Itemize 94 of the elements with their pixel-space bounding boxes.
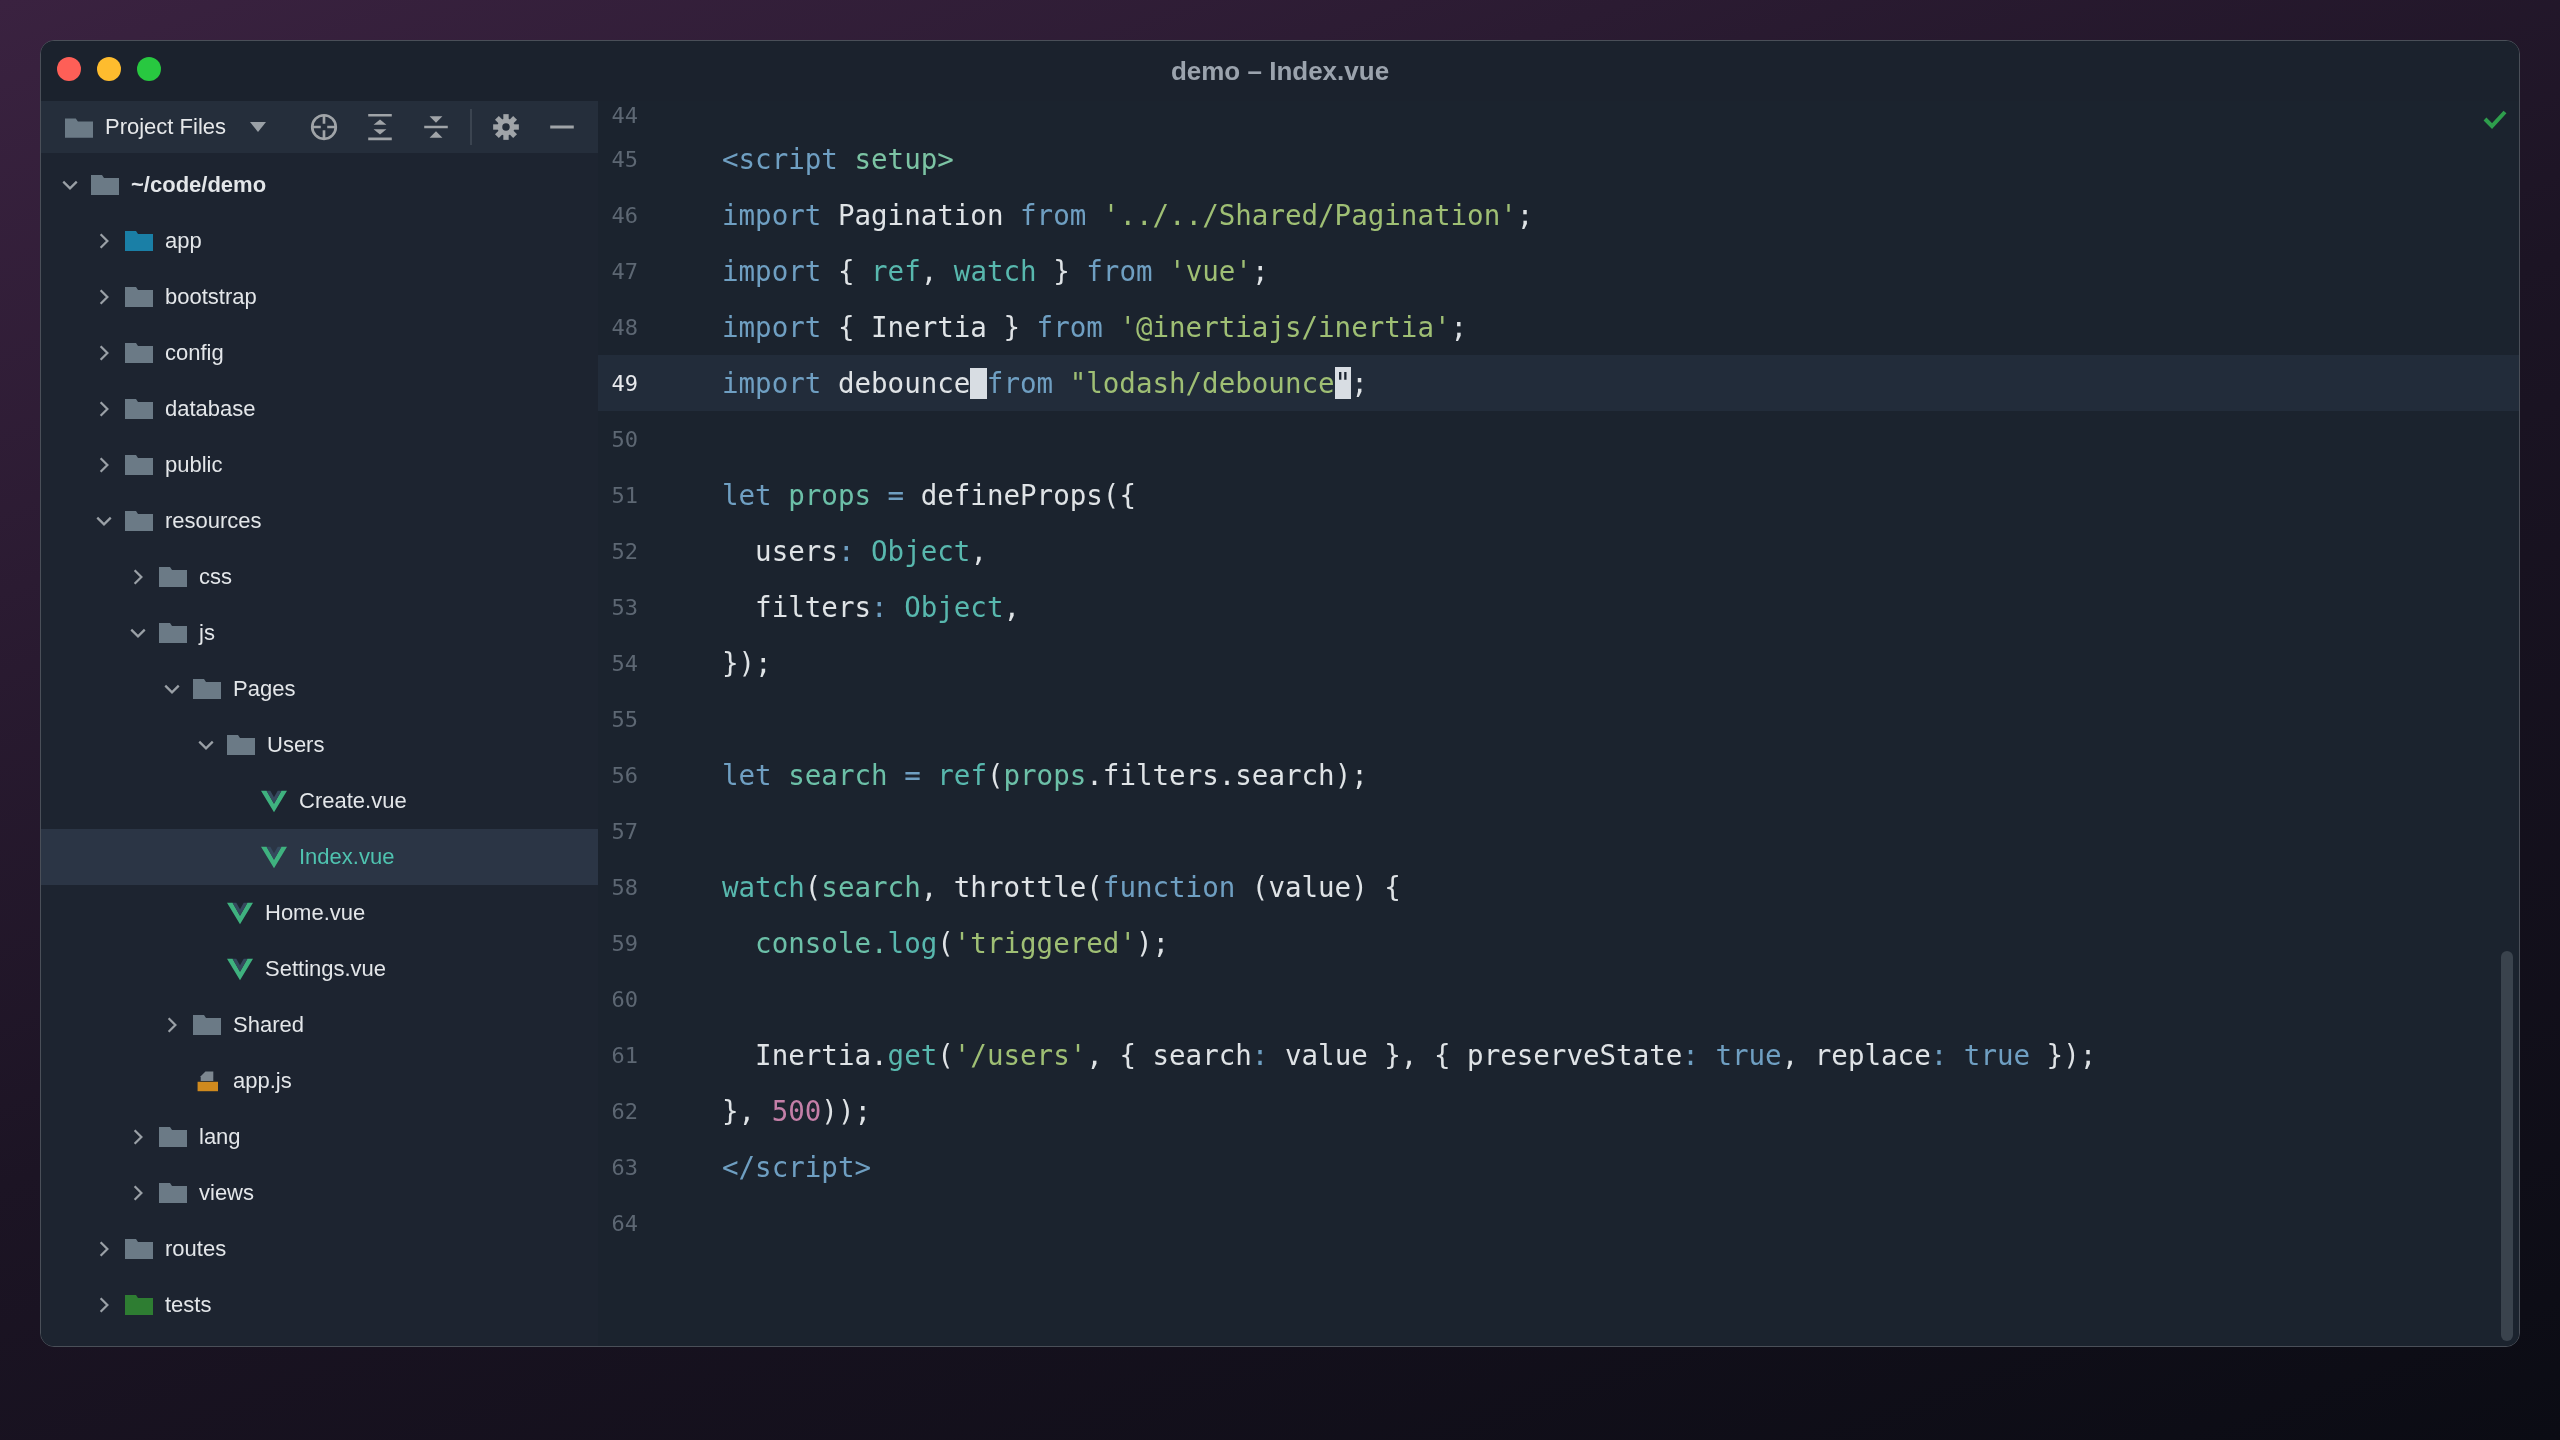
line-number: 58: [610, 874, 638, 900]
code-line: <script setup>: [722, 143, 954, 175]
tree-item-label: js: [199, 620, 215, 646]
line-number: 59: [610, 930, 638, 956]
code-line: }, 500));: [722, 1095, 871, 1127]
code-line: import { ref, watch } from 'vue';: [722, 255, 1269, 287]
tree-item-label: resources: [165, 508, 262, 534]
tree-item[interactable]: Create.vue: [41, 773, 598, 829]
tree-item-label: Settings.vue: [265, 956, 387, 982]
tree-item[interactable]: ~/code/demo: [41, 157, 598, 213]
checkmark-icon: [2483, 109, 2507, 129]
dropdown-caret-icon[interactable]: [250, 122, 267, 132]
tree-item-label: Users: [267, 732, 325, 758]
project-files-dropdown[interactable]: Project Files: [105, 114, 227, 140]
code-line: filters: Object,: [754, 591, 1021, 623]
tree-item-label: public: [165, 452, 223, 478]
line-number: 45: [610, 146, 638, 172]
line-number: 57: [610, 818, 638, 844]
code-line: Inertia.get('/users', { search: value }, { preserveState: true, replace: true });: [754, 1039, 2097, 1071]
vue-file-icon: [261, 789, 287, 813]
tree-item[interactable]: css: [41, 549, 598, 605]
tree-item[interactable]: Settings.vue: [41, 941, 598, 997]
line-number: 54: [610, 650, 638, 676]
tree-item[interactable]: resources: [41, 493, 598, 549]
tree-item[interactable]: tests: [41, 1277, 598, 1333]
tree-item-label: views: [199, 1180, 254, 1206]
code-line: import { Inertia } from '@inertiajs/inertia';: [722, 311, 1468, 343]
tree-item[interactable]: Index.vue: [41, 829, 598, 885]
vue-file-icon: [261, 845, 287, 869]
tree-item[interactable]: Shared: [41, 997, 598, 1053]
settings-icon[interactable]: [491, 112, 521, 142]
tree-item[interactable]: bootstrap: [41, 269, 598, 325]
code-line: watch(search, throttle(function (value) {: [722, 871, 1401, 903]
line-number: 53: [610, 594, 638, 620]
line-number: 61: [610, 1042, 638, 1068]
tree-item-label: Shared: [233, 1012, 304, 1038]
line-number: 63: [610, 1154, 638, 1180]
tree-item-label: Pages: [233, 676, 296, 702]
tree-item-label: bootstrap: [165, 284, 257, 310]
tree-item[interactable]: public: [41, 437, 598, 493]
tree-item[interactable]: Pages: [41, 661, 598, 717]
tree-item-label: routes: [165, 1236, 227, 1262]
vue-file-icon: [227, 957, 253, 981]
folder-icon: [65, 116, 93, 138]
tree-item[interactable]: routes: [41, 1221, 598, 1277]
tree-item-label: Index.vue: [299, 844, 395, 870]
line-number: 62: [610, 1098, 638, 1124]
code-line: </script>: [722, 1151, 871, 1183]
tree-item[interactable]: database: [41, 381, 598, 437]
line-number: 44: [610, 102, 638, 130]
line-number: 64: [610, 1210, 638, 1236]
code-line: let search = ref(props.filters.search);: [722, 759, 1368, 791]
code-line: users: Object,: [754, 535, 987, 567]
tree-item-label: ~/code/demo: [131, 172, 267, 198]
line-number: 50: [610, 426, 638, 452]
zoom-button[interactable]: [137, 57, 161, 81]
code-line: console.log('triggered');: [754, 927, 1170, 959]
tree-item-label: config: [165, 340, 224, 366]
tree-item-label: tests: [165, 1292, 212, 1318]
code-line: import debounce from "lodash/debounce";: [722, 367, 1368, 399]
tree-item-label: Create.vue: [299, 788, 407, 814]
line-number: 49: [610, 370, 638, 396]
tree-item-label: Home.vue: [265, 900, 366, 926]
line-number: 46: [610, 202, 638, 228]
tree-item-label: app.js: [233, 1068, 292, 1094]
tree-item-label: app: [165, 228, 202, 254]
code-line: let props = defineProps({: [722, 479, 1136, 511]
line-number: 51: [610, 482, 638, 508]
tree-item[interactable]: Users: [41, 717, 598, 773]
scrollbar-thumb[interactable]: [2501, 951, 2513, 1341]
tree-item-label: css: [199, 564, 232, 590]
window-title: demo – Index.vue: [1170, 55, 1390, 87]
tree-item[interactable]: app.js: [41, 1053, 598, 1109]
tree-item[interactable]: config: [41, 325, 598, 381]
line-number: 56: [610, 762, 638, 788]
tree-item-label: database: [165, 396, 256, 422]
tree-item[interactable]: lang: [41, 1109, 598, 1165]
tree-item[interactable]: app: [41, 213, 598, 269]
crosshair-icon[interactable]: [309, 112, 339, 142]
line-number: 52: [610, 538, 638, 564]
expand-all-icon[interactable]: [365, 112, 395, 142]
code-line: });: [722, 647, 772, 679]
tree-item[interactable]: views: [41, 1165, 598, 1221]
tree-item[interactable]: Home.vue: [41, 885, 598, 941]
tree-item[interactable]: js: [41, 605, 598, 661]
line-number: 60: [610, 986, 638, 1012]
close-button[interactable]: [57, 57, 81, 81]
line-number: 55: [610, 706, 638, 732]
minimize-button[interactable]: [97, 57, 121, 81]
code-line: import Pagination from '../../Shared/Pagination';: [722, 199, 1534, 231]
line-number: 47: [610, 258, 638, 284]
vue-file-icon: [227, 901, 253, 925]
tree-item-label: lang: [199, 1124, 241, 1150]
line-number: 48: [610, 314, 638, 340]
